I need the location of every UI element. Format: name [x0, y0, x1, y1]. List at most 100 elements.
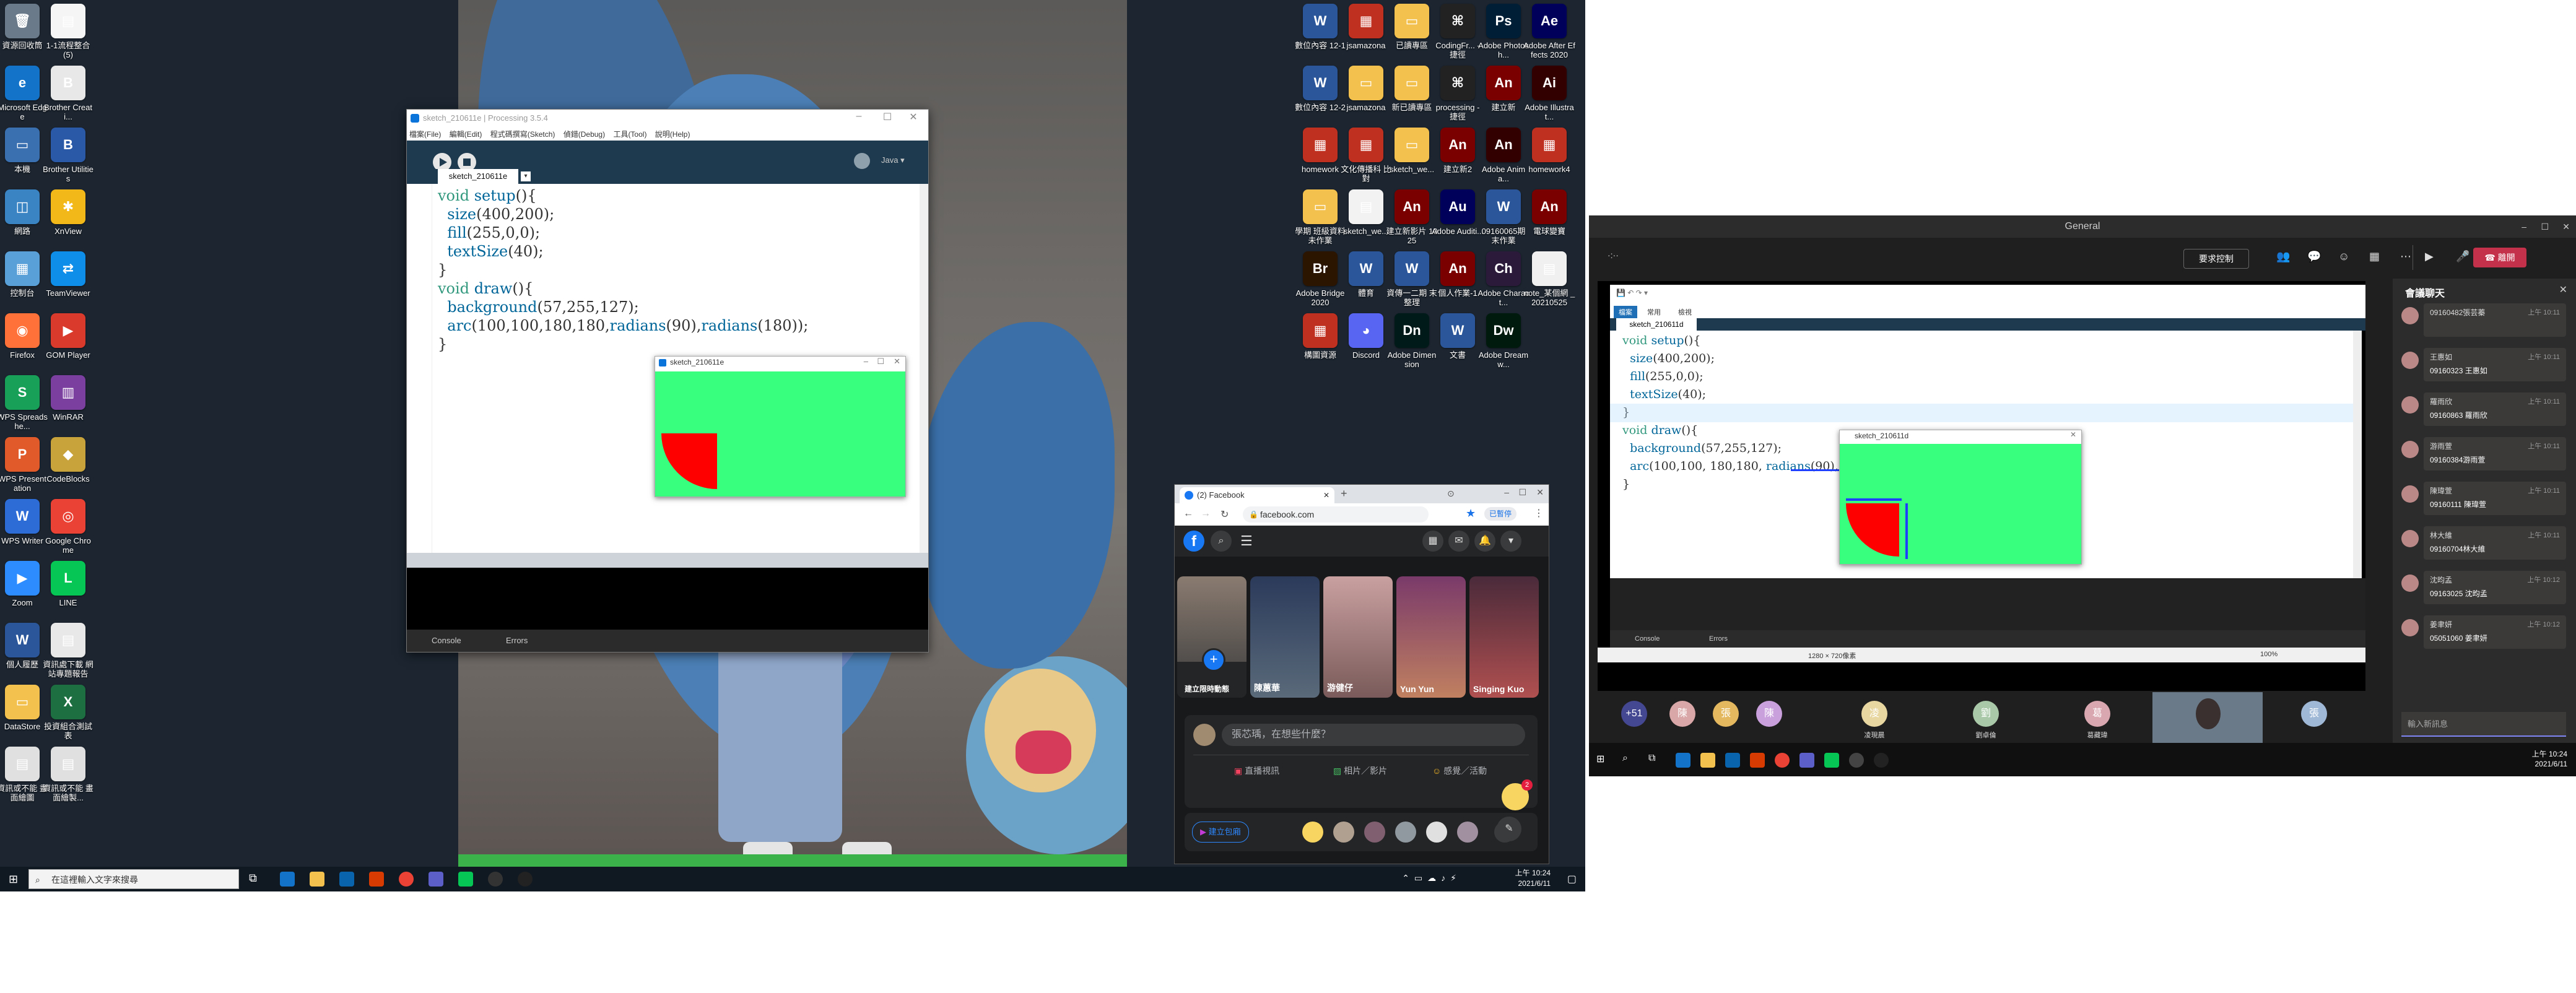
forward-icon[interactable]: →: [1201, 508, 1211, 519]
profile-chip[interactable]: 已暫停: [1484, 507, 1517, 521]
desktop-icon[interactable]: ✱ XnView: [42, 189, 94, 236]
participant-avatar[interactable]: 劉劉卓倫: [1973, 701, 1999, 739]
desktop-icon[interactable]: ▭ DataStore: [0, 685, 48, 731]
processing-ide-window[interactable]: sketch_210611e | Processing 3.5.4 – ☐ ✕ …: [406, 109, 929, 653]
desktop-icon[interactable]: Ch Adobe Charact...: [1477, 251, 1530, 307]
ide-titlebar[interactable]: sketch_210611e | Processing 3.5.4 – ☐ ✕: [407, 110, 928, 128]
teams-maximize-icon[interactable]: ☐: [2541, 215, 2549, 238]
desktop-icon[interactable]: Br Adobe Bridge 2020: [1294, 251, 1346, 307]
desktop-icon[interactable]: ▭ jsamazona: [1340, 66, 1392, 112]
desktop-icon[interactable]: 🗑 資源回收筒: [0, 4, 48, 50]
fb-search-icon[interactable]: ⌕: [1211, 531, 1232, 552]
desktop-icon[interactable]: ◎ Google Chrome: [42, 499, 94, 555]
desktop-icon[interactable]: ▤ sketch_we...: [1340, 189, 1392, 236]
desktop-icon[interactable]: B Brother Utilities: [42, 128, 94, 183]
sketch-close-icon[interactable]: ✕: [894, 357, 900, 366]
chat-close-icon[interactable]: ✕: [2559, 284, 2567, 296]
reactions-icon[interactable]: ☺: [2338, 250, 2349, 263]
desktop-icon[interactable]: ▥ WinRAR: [42, 375, 94, 422]
fb-notifications-icon[interactable]: 🔔: [1474, 531, 1495, 552]
story-card[interactable]: Yun Yun: [1396, 576, 1466, 698]
desktop-icon[interactable]: ⌘ CodingFr... - 捷徑: [1432, 4, 1484, 59]
desktop-icon[interactable]: ▤ 1-1流程整合(5): [42, 4, 94, 59]
desktop-icon[interactable]: W 數位內容 12-2: [1294, 66, 1346, 112]
minimize-icon[interactable]: –: [846, 111, 871, 122]
task-view-icon[interactable]: ⧉: [249, 872, 257, 885]
participant-avatar[interactable]: 陳: [1756, 701, 1782, 727]
mail-icon[interactable]: [1725, 753, 1740, 768]
participant-avatar[interactable]: 張: [1713, 701, 1739, 727]
desktop-icon[interactable]: ▶ GOM Player: [42, 313, 94, 360]
desktop-icon[interactable]: ▦ homework: [1294, 128, 1346, 174]
task-view-icon[interactable]: ⧉: [1648, 753, 1655, 764]
fb-apps-icon[interactable]: ▦: [1422, 531, 1443, 552]
windows-start-icon[interactable]: ⊞: [1596, 753, 1604, 765]
desktop-icon[interactable]: ▤ 資訊處下載 網站專題報告: [42, 623, 94, 679]
new-message-icon[interactable]: ✎: [1497, 817, 1521, 841]
taskbar-clock[interactable]: 上午 10:24 2021/6/11: [1515, 868, 1551, 889]
mail-icon[interactable]: [339, 872, 354, 887]
desktop-icon[interactable]: Au Adobe Auditi...: [1432, 189, 1484, 236]
chrome-minimize-icon[interactable]: –: [1504, 487, 1509, 497]
back-icon[interactable]: ←: [1183, 508, 1193, 519]
teams-minimize-icon[interactable]: –: [2522, 215, 2526, 238]
desktop-icon[interactable]: Dn Adobe Dimension: [1386, 313, 1438, 369]
chrome-maximize-icon[interactable]: ☐: [1518, 487, 1526, 498]
facebook-logo-icon[interactable]: f: [1183, 531, 1204, 552]
desktop-icon[interactable]: ⇄ TeamViewer: [42, 251, 94, 298]
participants-icon[interactable]: 👥: [2276, 250, 2290, 263]
rooms-icon[interactable]: ▦: [2369, 250, 2380, 263]
desktop-icon[interactable]: An 建立新: [1477, 66, 1530, 112]
chrome-taskbar-icon[interactable]: [1775, 753, 1790, 768]
chrome-taskbar-icon[interactable]: [399, 872, 414, 887]
desktop-icon[interactable]: ▭ 新已讀專區: [1386, 66, 1438, 112]
desktop-icon[interactable]: ▭ 已讀專區: [1386, 4, 1438, 50]
chrome-tab-search-icon[interactable]: ⊙: [1447, 488, 1455, 499]
desktop-icon[interactable]: W WPS Writer: [0, 499, 48, 545]
teams-close-icon[interactable]: ✕: [2562, 215, 2570, 238]
chat-input[interactable]: 輸入新訊息: [2401, 712, 2566, 737]
maximize-icon[interactable]: ☐: [875, 111, 900, 123]
teams-taskbar-icon[interactable]: [1799, 753, 1814, 768]
participant-avatar[interactable]: 凌凌現晨: [1861, 701, 1887, 739]
desktop-icon[interactable]: ▭ 學期 班級資料 未作業: [1294, 189, 1346, 245]
fb-menu-icon[interactable]: ☰: [1240, 533, 1253, 549]
mode-selector[interactable]: Java ▾: [881, 155, 905, 165]
fb-messenger-icon[interactable]: ✉: [1448, 531, 1469, 552]
notification-center-icon[interactable]: ▢: [1567, 873, 1577, 885]
more-options-icon[interactable]: ⋯: [2400, 250, 2411, 263]
desktop-icon[interactable]: An 建立新影片 1025: [1386, 189, 1438, 245]
story-card[interactable]: 游健仔: [1323, 576, 1393, 698]
desktop-icon[interactable]: Ai Adobe Illustrat...: [1523, 66, 1575, 121]
story-create[interactable]: + 建立限時動態: [1177, 576, 1247, 698]
desktop-icon[interactable]: L LINE: [42, 561, 94, 607]
desktop-icon[interactable]: ▦ 控制台: [0, 251, 48, 298]
bookmark-star-icon[interactable]: ★: [1466, 507, 1476, 520]
line-taskbar-icon[interactable]: [1824, 753, 1839, 768]
desktop-icon[interactable]: W 體育: [1340, 251, 1392, 298]
request-control-button[interactable]: 要求控制: [2183, 249, 2249, 269]
office-icon[interactable]: [1750, 753, 1765, 768]
create-room-button[interactable]: ▶ 建立包廂: [1192, 822, 1249, 843]
desktop-icon[interactable]: ▤ 資訊或不能 畫面繪製...: [42, 747, 94, 802]
sketch-output-window[interactable]: sketch_210611e – ☐ ✕: [655, 356, 906, 497]
desktop-icon[interactable]: ▦ jsamazona: [1340, 4, 1392, 50]
desktop-icon[interactable]: W 數位內容 12-1: [1294, 4, 1346, 50]
desktop-icon[interactable]: ▤ note_某個網 _20210525: [1523, 251, 1575, 307]
tab-facebook[interactable]: (2) Facebook ✕: [1180, 487, 1334, 503]
participant-avatar[interactable]: 張: [2301, 701, 2327, 727]
photo-video-button[interactable]: ▨ 相片／影片: [1333, 765, 1387, 777]
desktop-icon[interactable]: e Microsoft Edge: [0, 66, 48, 121]
editor-scrollbar[interactable]: [920, 184, 928, 553]
composer-input[interactable]: 張芯瑀，在想些什麼？: [1222, 724, 1525, 746]
chat-icon[interactable]: 💬: [2307, 250, 2321, 263]
desktop-icon[interactable]: ▦ 構圖資源: [1294, 313, 1346, 360]
desktop-icon[interactable]: P WPS Presentation: [0, 437, 48, 493]
chrome-facebook-window[interactable]: (2) Facebook ✕ + ⊙ – ☐ ✕ ← → ↻ 🔒 faceboo…: [1174, 484, 1549, 864]
desktop-icon[interactable]: ▤ 資訊或不能 畫面繪圖: [0, 747, 48, 802]
address-bar[interactable]: 🔒 facebook.com: [1243, 506, 1429, 523]
teams-taskbar-icon[interactable]: [429, 872, 443, 887]
file-explorer-icon[interactable]: [310, 872, 324, 887]
tab-close-icon[interactable]: ✕: [1323, 487, 1329, 503]
tab-menu-arrow-icon[interactable]: ▾: [521, 171, 531, 181]
